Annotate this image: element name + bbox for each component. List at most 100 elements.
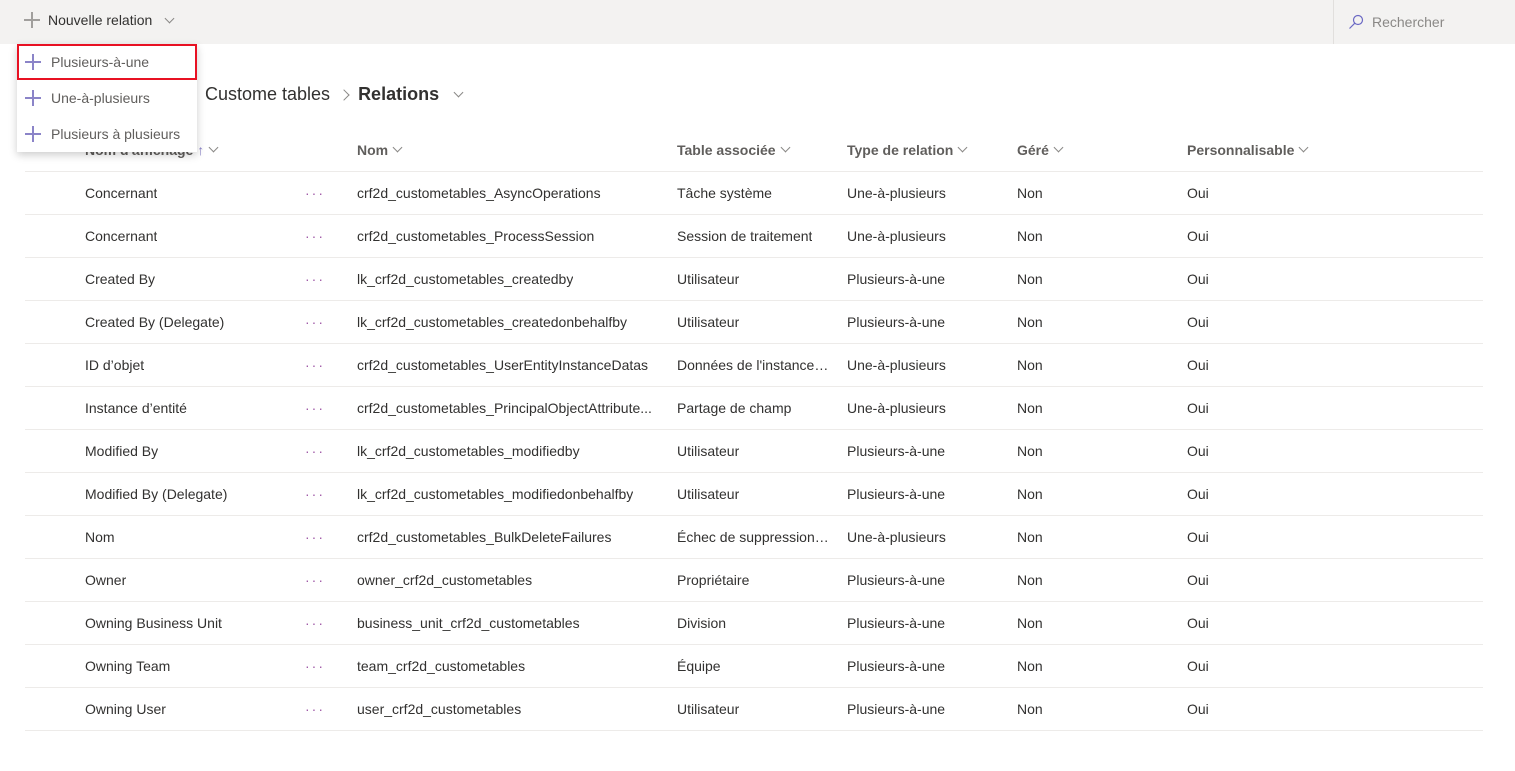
- more-options-icon[interactable]: ···: [305, 387, 335, 429]
- menu-item-label: Plusieurs à plusieurs: [51, 126, 181, 142]
- column-header-name[interactable]: Nom: [357, 128, 655, 171]
- header-label: Type de relation: [847, 141, 954, 158]
- table-row[interactable]: Created By (Delegate) ··· lk_crf2d_custome…: [25, 301, 1483, 344]
- cell-display-name: Concernant: [85, 172, 295, 214]
- cell-display-name: Owning Business Unit: [85, 602, 295, 644]
- column-header-related-table[interactable]: Table associée: [677, 128, 829, 171]
- menu-item-label: Une-à-plusieurs: [51, 90, 150, 106]
- more-options-icon[interactable]: ···: [305, 172, 335, 214]
- more-options-icon[interactable]: ···: [305, 258, 335, 300]
- cell-text: lk_crf2d_custometables_createdby: [357, 271, 574, 287]
- cell-display-name: ID d’objet: [85, 344, 295, 386]
- cell-relation-type: Une-à-plusieurs: [847, 387, 1007, 429]
- cell-customizable: Oui: [1187, 559, 1387, 601]
- cell-relation-type: Plusieurs-à-une: [847, 688, 1007, 730]
- column-header-relation-type[interactable]: Type de relation: [847, 128, 1007, 171]
- cell-text: lk_crf2d_custometables_modifiedby: [357, 443, 580, 459]
- more-options-icon[interactable]: ···: [305, 559, 335, 601]
- cell-managed: Non: [1017, 473, 1177, 515]
- menu-item-one-to-many[interactable]: Une-à-plusieurs: [17, 80, 197, 116]
- more-options-icon[interactable]: ···: [305, 430, 335, 472]
- cell-customizable: Oui: [1187, 473, 1387, 515]
- cell-text: Oui: [1187, 658, 1209, 674]
- cell-managed: Non: [1017, 516, 1177, 558]
- chevron-down-icon: [780, 142, 791, 153]
- sort-ascending-icon: ↑: [197, 141, 205, 158]
- cell-text: crf2d_custometables_PrincipalObjectAttri…: [357, 400, 652, 416]
- more-options-icon[interactable]: ···: [305, 344, 335, 386]
- cell-customizable: Oui: [1187, 430, 1387, 472]
- cell-text: Owning User: [85, 701, 166, 717]
- cell-text: Échec de suppression ...: [677, 529, 829, 545]
- cell-customizable: Oui: [1187, 688, 1387, 730]
- column-header-managed[interactable]: Géré: [1017, 128, 1177, 171]
- new-relation-button[interactable]: Nouvelle relation: [24, 12, 177, 28]
- cell-name: crf2d_custometables_PrincipalObjectAttri…: [357, 387, 655, 429]
- cell-text: Plusieurs-à-une: [847, 486, 946, 502]
- more-options-icon[interactable]: ···: [305, 602, 335, 644]
- cell-name: crf2d_custometables_ProcessSession: [357, 215, 655, 257]
- cell-text: Plusieurs-à-une: [847, 271, 946, 287]
- cell-display-name: Modified By (Delegate): [85, 473, 295, 515]
- more-options-icon[interactable]: ···: [305, 215, 335, 257]
- cell-related-table: Division: [677, 602, 829, 644]
- cell-text: Nom: [85, 529, 115, 545]
- table-row[interactable]: Owning User ··· user_crf2d_custometables Ut…: [25, 688, 1483, 731]
- menu-item-many-to-many[interactable]: Plusieurs à plusieurs: [17, 116, 197, 152]
- search-box[interactable]: Rechercher: [1333, 0, 1515, 44]
- table-row[interactable]: Modified By (Delegate) ··· lk_crf2d_custom…: [25, 473, 1483, 516]
- cell-text: Concernant: [85, 185, 158, 201]
- cell-name: lk_crf2d_custometables_createdby: [357, 258, 655, 300]
- cell-text: Non: [1017, 615, 1043, 631]
- cell-managed: Non: [1017, 172, 1177, 214]
- table-row[interactable]: Modified By ··· lk_crf2d_custometables_mod…: [25, 430, 1483, 473]
- cell-text: ID d’objet: [85, 357, 145, 373]
- cell-name: business_unit_crf2d_custometables: [357, 602, 655, 644]
- cell-related-table: Propriétaire: [677, 559, 829, 601]
- cell-managed: Non: [1017, 645, 1177, 687]
- cell-name: owner_crf2d_custometables: [357, 559, 655, 601]
- cell-relation-type: Une-à-plusieurs: [847, 215, 1007, 257]
- chevron-down-icon: [208, 142, 219, 153]
- cell-text: Non: [1017, 400, 1043, 416]
- more-options-icon[interactable]: ···: [305, 301, 335, 343]
- chevron-down-icon: [1053, 142, 1064, 153]
- more-options-icon[interactable]: ···: [305, 688, 335, 730]
- cell-related-table: Utilisateur: [677, 430, 829, 472]
- cell-text: crf2d_custometables_UserEntityInstanceDa…: [357, 357, 649, 373]
- cell-text: Utilisateur: [677, 701, 740, 717]
- table-row[interactable]: Owning Business Unit ··· business_unit_crf…: [25, 602, 1483, 645]
- table-row[interactable]: ID d’objet ··· crf2d_custometables_UserEnt…: [25, 344, 1483, 387]
- chevron-down-icon[interactable]: [453, 87, 464, 98]
- cell-display-name: Created By (Delegate): [85, 301, 295, 343]
- breadcrumb-parent[interactable]: Custome tables: [205, 84, 330, 105]
- cell-name: user_crf2d_custometables: [357, 688, 655, 730]
- more-options-icon[interactable]: ···: [305, 473, 335, 515]
- table-row[interactable]: Concernant ··· crf2d_custometables_Process…: [25, 215, 1483, 258]
- cell-text: Non: [1017, 185, 1043, 201]
- table-row[interactable]: Owning Team ··· team_crf2d_custometables Éq…: [25, 645, 1483, 688]
- cell-text: Modified By (Delegate): [85, 486, 228, 502]
- cell-related-table: Session de traitement: [677, 215, 829, 257]
- cell-text: Une-à-plusieurs: [847, 357, 946, 373]
- column-header-customizable[interactable]: Personnalisable: [1187, 128, 1387, 171]
- more-options-icon[interactable]: ···: [305, 645, 335, 687]
- cell-relation-type: Plusieurs-à-une: [847, 258, 1007, 300]
- more-options-icon[interactable]: ···: [305, 516, 335, 558]
- cell-text: Non: [1017, 228, 1043, 244]
- table-row[interactable]: Nom ··· crf2d_custometables_BulkDeleteFail…: [25, 516, 1483, 559]
- table-row[interactable]: Created By ··· lk_crf2d_custometables_crea…: [25, 258, 1483, 301]
- cell-text: Plusieurs-à-une: [847, 443, 946, 459]
- cell-related-table: Utilisateur: [677, 473, 829, 515]
- table-row[interactable]: Concernant ··· crf2d_custometables_AsyncOp…: [25, 172, 1483, 215]
- cell-text: Une-à-plusieurs: [847, 228, 946, 244]
- cell-customizable: Oui: [1187, 516, 1387, 558]
- table-row[interactable]: Instance d’entité ··· crf2d_custometables_…: [25, 387, 1483, 430]
- table-row[interactable]: Owner ··· owner_crf2d_custometables Proprié…: [25, 559, 1483, 602]
- breadcrumb: Custome tables Relations: [205, 84, 466, 105]
- cell-text: Session de traitement: [677, 228, 813, 244]
- cell-related-table: Tâche système: [677, 172, 829, 214]
- cell-customizable: Oui: [1187, 387, 1387, 429]
- cell-name: crf2d_custometables_BulkDeleteFailures: [357, 516, 655, 558]
- menu-item-many-to-one[interactable]: Plusieurs-à-une: [17, 44, 197, 80]
